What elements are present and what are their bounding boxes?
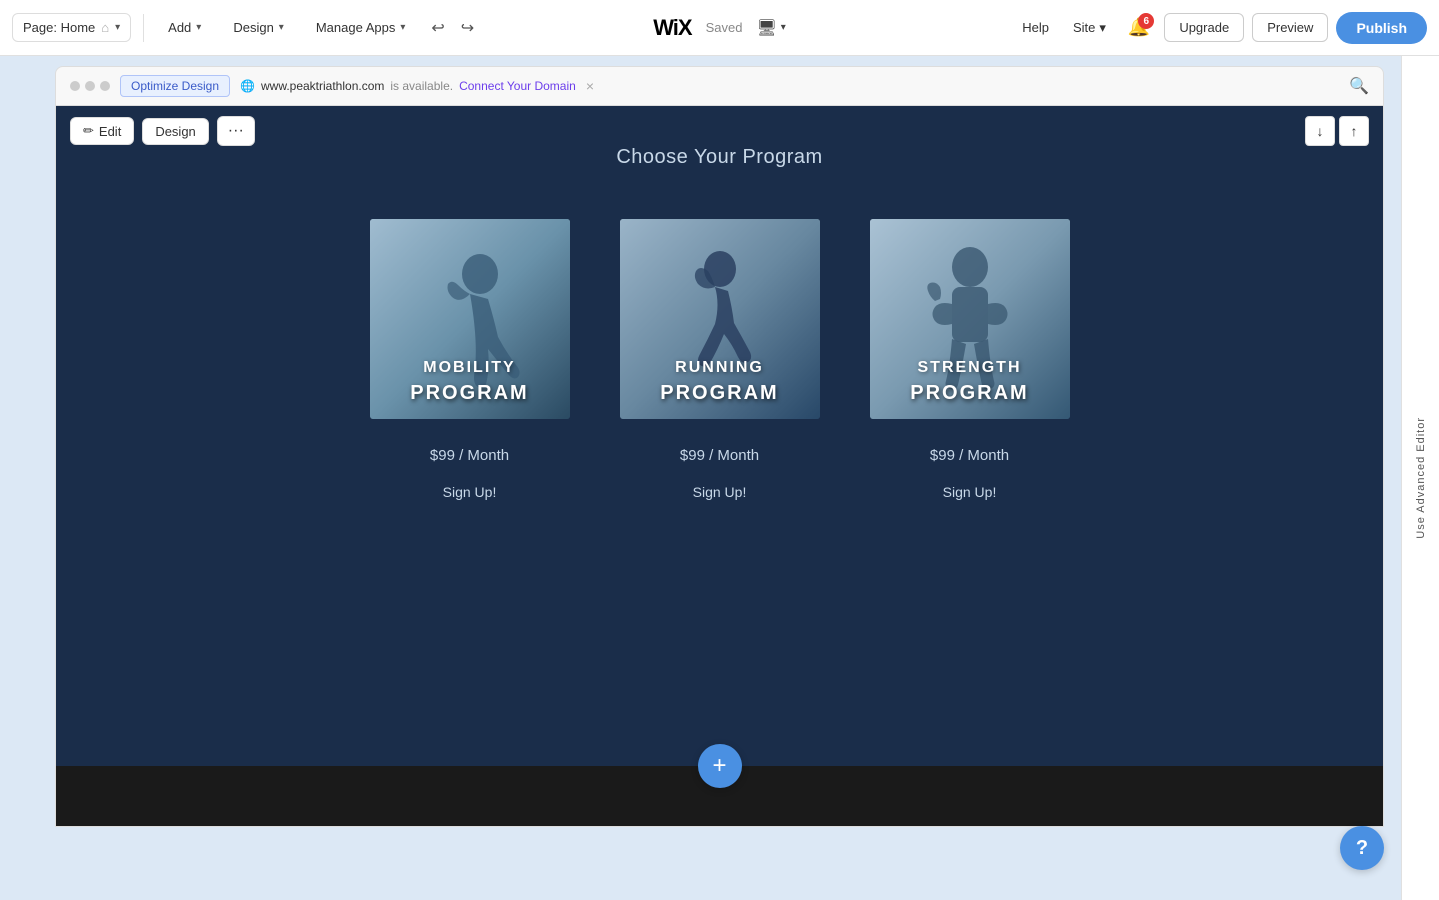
strength-price: $99 / Month: [930, 447, 1009, 464]
advanced-editor-label[interactable]: Use Advanced Editor: [1411, 409, 1431, 547]
strength-image: STRENGTH PROGRAM: [870, 219, 1070, 419]
mobility-image: MOBILITY PROGRAM: [370, 219, 570, 419]
upgrade-button[interactable]: Upgrade: [1164, 13, 1244, 42]
running-image: RUNNING PROGRAM: [620, 219, 820, 419]
browser-bar: Optimize Design 🌐 www.peaktriathlon.com …: [55, 66, 1384, 106]
section-design-button[interactable]: Design: [142, 118, 208, 145]
mobility-label: MOBILITY PROGRAM: [370, 359, 570, 405]
browser-search-icon[interactable]: 🔍: [1349, 76, 1369, 96]
section-title: Choose Your Program: [616, 146, 822, 169]
section-arrows: ↓ ↑: [1305, 116, 1369, 146]
move-up-button[interactable]: ↑: [1339, 116, 1369, 146]
help-circle-button[interactable]: ?: [1340, 826, 1384, 870]
add-chevron: ▾: [196, 22, 201, 33]
mobility-name-prog: PROGRAM: [410, 382, 528, 404]
mobility-name-sm: MOBILITY: [370, 359, 570, 377]
canvas-area: ✏ Edit Design ··· ↓ ↑ Choose Your Progra…: [55, 106, 1384, 827]
program-card-strength: STRENGTH PROGRAM $99 / Month Sign Up!: [870, 219, 1070, 500]
right-panel: Use Advanced Editor: [1401, 56, 1439, 900]
globe-icon: 🌐: [240, 79, 255, 93]
device-chevron: ▾: [781, 22, 786, 33]
home-icon: ⌂: [101, 20, 109, 35]
mobility-signup-link[interactable]: Sign Up!: [443, 484, 497, 500]
dot-2: [85, 81, 95, 91]
programs-grid: MOBILITY PROGRAM $99 / Month Sign Up!: [370, 219, 1070, 500]
page-selector[interactable]: Page: Home ⌂ ▾: [12, 13, 131, 42]
redo-button[interactable]: ↪: [455, 14, 480, 42]
strength-label: STRENGTH PROGRAM: [870, 359, 1070, 405]
dot-1: [70, 81, 80, 91]
more-options-button[interactable]: ···: [217, 116, 255, 146]
design-button[interactable]: Design ▾: [221, 14, 296, 41]
strength-signup-link[interactable]: Sign Up!: [943, 484, 997, 500]
add-button[interactable]: Add ▾: [156, 14, 213, 41]
edit-label: Edit: [99, 124, 121, 139]
undo-redo-group: ↩ ↪: [425, 14, 480, 42]
add-section-button[interactable]: +: [698, 744, 742, 788]
url-text: www.peaktriathlon.com: [261, 79, 384, 93]
design-chevron: ▾: [279, 22, 284, 33]
device-icon: 🖥: [756, 18, 776, 38]
help-button[interactable]: Help: [1014, 14, 1057, 41]
main-toolbar: Page: Home ⌂ ▾ Add ▾ Design ▾ Manage App…: [0, 0, 1439, 56]
close-tab-button[interactable]: ×: [586, 78, 594, 94]
wix-logo: WiX: [653, 15, 691, 41]
saved-status: Saved: [706, 20, 743, 35]
strength-name-prog: PROGRAM: [910, 382, 1028, 404]
move-down-button[interactable]: ↓: [1305, 116, 1335, 146]
more-icon: ···: [228, 122, 244, 139]
edit-icon: ✏: [83, 123, 94, 139]
browser-dots: [70, 81, 110, 91]
optimize-design-tab[interactable]: Optimize Design: [120, 75, 230, 97]
running-price: $99 / Month: [680, 447, 759, 464]
toolbar-center: WiX Saved 🖥 ▾: [653, 15, 786, 41]
running-signup-link[interactable]: Sign Up!: [693, 484, 747, 500]
separator-1: [143, 14, 144, 42]
undo-button[interactable]: ↩: [425, 14, 450, 42]
available-text: is available.: [390, 79, 453, 93]
browser-url-bar: 🌐 www.peaktriathlon.com is available. Co…: [240, 78, 594, 94]
notification-badge: 6: [1138, 13, 1154, 29]
manage-apps-chevron: ▾: [400, 22, 405, 33]
edit-button[interactable]: ✏ Edit: [70, 117, 134, 145]
preview-button[interactable]: Preview: [1252, 13, 1328, 42]
page-chevron: ▾: [115, 22, 120, 33]
page-label: Page: Home: [23, 20, 95, 35]
device-selector[interactable]: 🖥 ▾: [756, 18, 785, 38]
mobility-price: $99 / Month: [430, 447, 509, 464]
manage-apps-button[interactable]: Manage Apps ▾: [304, 14, 418, 41]
running-label: RUNNING PROGRAM: [620, 359, 820, 405]
publish-button[interactable]: Publish: [1336, 12, 1427, 44]
strength-name-sm: STRENGTH: [870, 359, 1070, 377]
site-button[interactable]: Site ▾: [1065, 14, 1114, 42]
running-name-sm: RUNNING: [620, 359, 820, 377]
dot-3: [100, 81, 110, 91]
program-card-mobility: MOBILITY PROGRAM $99 / Month Sign Up!: [370, 219, 570, 500]
notifications-button[interactable]: 🔔 6: [1122, 11, 1156, 44]
program-section: Choose Your Program: [56, 106, 1383, 766]
running-name-prog: PROGRAM: [660, 382, 778, 404]
program-card-running: RUNNING PROGRAM $99 / Month Sign Up!: [620, 219, 820, 500]
toolbar-right: Help Site ▾ 🔔 6 Upgrade Preview Publish: [1014, 11, 1427, 44]
connect-domain-link[interactable]: Connect Your Domain: [459, 79, 576, 93]
section-controls: ✏ Edit Design ···: [70, 116, 255, 146]
